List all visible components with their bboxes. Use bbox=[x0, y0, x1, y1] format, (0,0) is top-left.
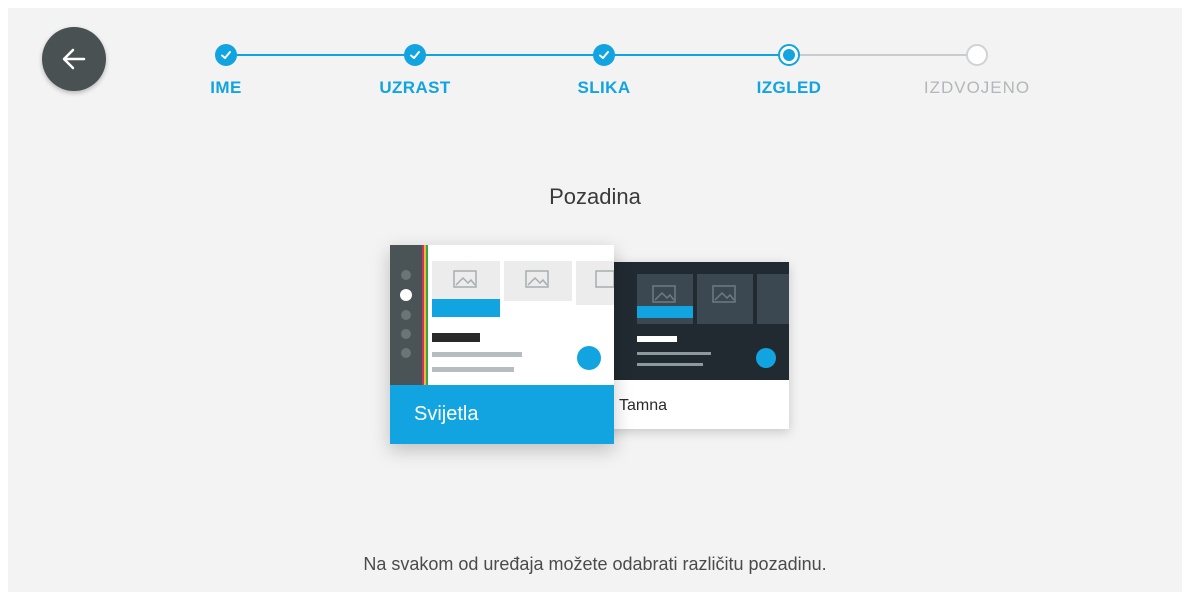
step-izdvojeno-label: IZDVOJENO bbox=[923, 78, 1031, 97]
step-izdvojeno-indicator bbox=[966, 44, 988, 66]
step-slika-checkmark-icon bbox=[593, 44, 615, 66]
theme-option-dark-label: Tamna bbox=[619, 397, 668, 414]
hint-text: Na svakom od uređaja možete odabrati raz… bbox=[363, 554, 827, 574]
progress-stepper: IME UZRAST SLIKA IZGLED IZDVOJENO bbox=[8, 8, 1182, 118]
dark-theme-preview-image bbox=[605, 262, 789, 380]
theme-option-dark[interactable]: Tamna bbox=[605, 262, 789, 429]
theme-option-light-footer: Svijetla bbox=[390, 385, 614, 444]
step-uzrast-checkmark-icon bbox=[404, 44, 426, 66]
stepper-line-pending bbox=[790, 54, 978, 56]
setup-screen: IME UZRAST SLIKA IZGLED IZDVOJENO Pozadi… bbox=[8, 8, 1182, 592]
light-theme-preview-image bbox=[390, 245, 614, 385]
section-title: Pozadina bbox=[549, 184, 641, 209]
step-uzrast-label[interactable]: UZRAST bbox=[379, 78, 450, 98]
theme-option-light[interactable]: Svijetla bbox=[390, 245, 614, 444]
step-izgled-label: IZGLED bbox=[756, 78, 822, 97]
theme-option-light-label: Svijetla bbox=[414, 403, 479, 425]
step-ime-checkmark-icon bbox=[215, 44, 237, 66]
step-ime-label[interactable]: IME bbox=[210, 78, 241, 98]
step-izgled-indicator bbox=[778, 44, 800, 66]
step-slika-label[interactable]: SLIKA bbox=[578, 78, 631, 98]
